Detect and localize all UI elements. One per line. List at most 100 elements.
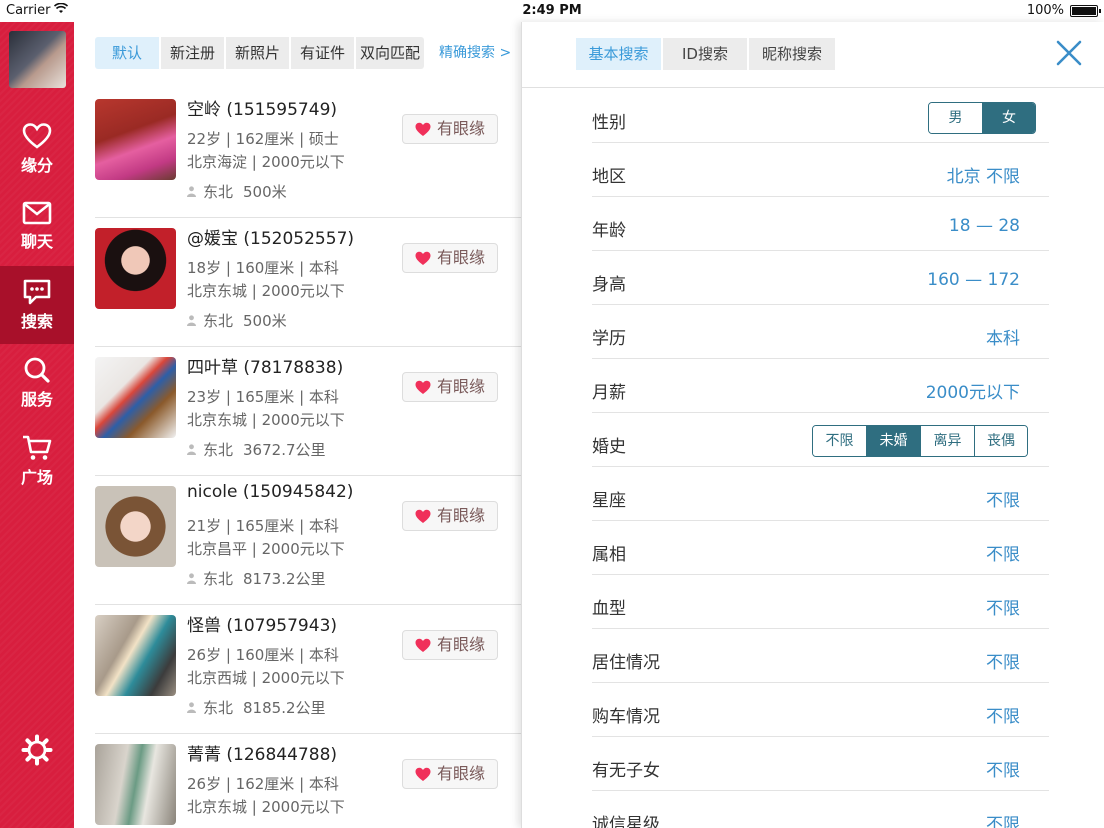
zodiac-label: 星座 bbox=[592, 491, 626, 511]
cart-icon bbox=[23, 435, 52, 460]
age-value[interactable]: 18 — 28 bbox=[949, 216, 1020, 236]
precise-search-link[interactable]: 精确搜索 > bbox=[439, 42, 511, 62]
person-icon bbox=[187, 702, 196, 713]
like-button[interactable]: 有眼缘 bbox=[402, 114, 498, 144]
like-button[interactable]: 有眼缘 bbox=[402, 372, 498, 402]
profile-item[interactable]: 四叶草 (78178838) 23岁 | 165厘米 | 本科 北京东城 | 2… bbox=[95, 347, 521, 476]
filter-row-education[interactable]: 学历 本科 bbox=[592, 305, 1049, 359]
filter-row-credit[interactable]: 诚信星级 不限 bbox=[592, 791, 1049, 828]
person-icon bbox=[187, 315, 196, 326]
marriage-option-widowed[interactable]: 丧偶 bbox=[974, 426, 1027, 456]
profile-photo[interactable] bbox=[95, 357, 176, 438]
filter-tab-certified[interactable]: 有证件 bbox=[291, 37, 355, 69]
profile-photo[interactable] bbox=[95, 744, 176, 825]
person-icon bbox=[187, 573, 196, 584]
profile-direction: 东北 bbox=[203, 699, 234, 717]
filter-row-housing[interactable]: 居住情况 不限 bbox=[592, 629, 1049, 683]
profile-photo[interactable] bbox=[95, 228, 176, 309]
children-value[interactable]: 不限 bbox=[986, 756, 1020, 781]
profile-basic-info: 22岁 | 162厘米 | 硕士 bbox=[187, 130, 339, 148]
sidebar-item-label: 搜索 bbox=[20, 312, 53, 331]
region-label: 地区 bbox=[592, 167, 626, 187]
like-button-label: 有眼缘 bbox=[437, 506, 486, 525]
tab-nickname-search[interactable]: 昵称搜索 bbox=[749, 38, 835, 70]
sidebar-item-service[interactable]: 服务 bbox=[0, 344, 74, 422]
profile-basic-info: 26岁 | 162厘米 | 本科 bbox=[187, 775, 339, 793]
profile-location-salary: 北京东城 | 2000元以下 bbox=[187, 282, 345, 300]
profile-item[interactable]: 怪兽 (107957943) 26岁 | 160厘米 | 本科 北京西城 | 2… bbox=[95, 605, 521, 734]
filter-tab-mutual-match[interactable]: 双向匹配 bbox=[356, 37, 425, 69]
profile-item[interactable]: 菁菁 (126844788) 26岁 | 162厘米 | 本科 北京东城 | 2… bbox=[95, 734, 521, 828]
filter-row-age[interactable]: 年龄 18 — 28 bbox=[592, 197, 1049, 251]
like-button[interactable]: 有眼缘 bbox=[402, 501, 498, 531]
filter-row-zodiac[interactable]: 星座 不限 bbox=[592, 467, 1049, 521]
profile-item[interactable]: 空岭 (151595749) 22岁 | 162厘米 | 硕士 北京海淀 | 2… bbox=[95, 89, 521, 218]
profile-direction: 东北 bbox=[203, 183, 234, 201]
filter-tab-default[interactable]: 默认 bbox=[95, 37, 159, 69]
gender-option-female[interactable]: 女 bbox=[982, 103, 1035, 133]
sidebar: 缘分 聊天 搜索 服务 广场 bbox=[0, 22, 74, 828]
education-label: 学历 bbox=[592, 329, 626, 349]
filter-row-blood-type[interactable]: 血型 不限 bbox=[592, 575, 1049, 629]
like-button[interactable]: 有眼缘 bbox=[402, 243, 498, 273]
filter-row-children[interactable]: 有无子女 不限 bbox=[592, 737, 1049, 791]
gender-option-male[interactable]: 男 bbox=[929, 103, 982, 133]
filter-row-salary[interactable]: 月薪 2000元以下 bbox=[592, 359, 1049, 413]
marriage-option-any[interactable]: 不限 bbox=[813, 426, 866, 456]
person-icon bbox=[187, 444, 196, 455]
profile-distance: 东北 500米 bbox=[187, 310, 287, 331]
salary-label: 月薪 bbox=[592, 383, 626, 403]
education-value[interactable]: 本科 bbox=[986, 324, 1020, 349]
profile-photo[interactable] bbox=[95, 99, 176, 180]
user-avatar[interactable] bbox=[9, 31, 66, 88]
salary-value[interactable]: 2000元以下 bbox=[926, 378, 1020, 403]
filter-tab-new-photo[interactable]: 新照片 bbox=[226, 37, 290, 69]
gender-segmented-control: 男 女 bbox=[928, 102, 1036, 134]
like-button[interactable]: 有眼缘 bbox=[402, 759, 498, 789]
marriage-option-divorced[interactable]: 离异 bbox=[920, 426, 974, 456]
chinese-zodiac-value[interactable]: 不限 bbox=[986, 540, 1020, 565]
blood-type-value[interactable]: 不限 bbox=[986, 594, 1020, 619]
car-value[interactable]: 不限 bbox=[986, 702, 1020, 727]
filter-row-region[interactable]: 地区 北京 不限 bbox=[592, 143, 1049, 197]
sidebar-item-search[interactable]: 搜索 bbox=[0, 266, 74, 344]
region-value[interactable]: 北京 不限 bbox=[947, 162, 1020, 187]
filter-row-chinese-zodiac[interactable]: 属相 不限 bbox=[592, 521, 1049, 575]
marriage-segmented-control: 不限 未婚 离异 丧偶 bbox=[812, 425, 1028, 457]
tab-id-search[interactable]: ID搜索 bbox=[663, 38, 747, 70]
settings-gear-icon[interactable] bbox=[21, 734, 53, 766]
profile-item[interactable]: @媛宝 (152052557) 18岁 | 160厘米 | 本科 北京东城 | … bbox=[95, 218, 521, 347]
status-bar: Carrier 2:49 PM 100% bbox=[0, 0, 1104, 22]
filter-row-marriage: 婚史 不限 未婚 离异 丧偶 bbox=[592, 413, 1049, 467]
profile-location-salary: 北京海淀 | 2000元以下 bbox=[187, 153, 345, 171]
credit-value[interactable]: 不限 bbox=[986, 810, 1020, 828]
sidebar-item-label: 服务 bbox=[20, 390, 53, 409]
profile-location-salary: 北京东城 | 2000元以下 bbox=[187, 798, 345, 816]
close-icon[interactable] bbox=[1056, 40, 1082, 66]
sidebar-item-fate[interactable]: 缘分 bbox=[0, 110, 74, 188]
like-button[interactable]: 有眼缘 bbox=[402, 630, 498, 660]
zodiac-value[interactable]: 不限 bbox=[986, 486, 1020, 511]
battery-icon bbox=[1070, 5, 1101, 17]
profile-photo[interactable] bbox=[95, 486, 176, 567]
profile-photo[interactable] bbox=[95, 615, 176, 696]
profile-distance: 东北 8173.2公里 bbox=[187, 568, 326, 589]
filter-tab-new-register[interactable]: 新注册 bbox=[161, 37, 225, 69]
marriage-option-unmarried[interactable]: 未婚 bbox=[866, 426, 920, 456]
profile-distance: 东北 3672.7公里 bbox=[187, 439, 326, 460]
profile-item[interactable]: nicole (150945842) 21岁 | 165厘米 | 本科 北京昌平… bbox=[95, 476, 521, 605]
sidebar-item-label: 聊天 bbox=[20, 232, 53, 251]
filter-row-height[interactable]: 身高 160 — 172 bbox=[592, 251, 1049, 305]
car-label: 购车情况 bbox=[592, 707, 660, 727]
tab-basic-search[interactable]: 基本搜索 bbox=[576, 38, 661, 70]
chinese-zodiac-label: 属相 bbox=[592, 545, 626, 565]
sidebar-item-square[interactable]: 广场 bbox=[0, 422, 74, 500]
height-value[interactable]: 160 — 172 bbox=[927, 270, 1020, 290]
filter-row-car[interactable]: 购车情况 不限 bbox=[592, 683, 1049, 737]
heart-icon bbox=[415, 509, 431, 523]
age-label: 年龄 bbox=[592, 221, 626, 241]
sidebar-item-chat[interactable]: 聊天 bbox=[0, 188, 74, 266]
housing-label: 居住情况 bbox=[592, 653, 660, 673]
housing-value[interactable]: 不限 bbox=[986, 648, 1020, 673]
heart-icon bbox=[415, 251, 431, 265]
